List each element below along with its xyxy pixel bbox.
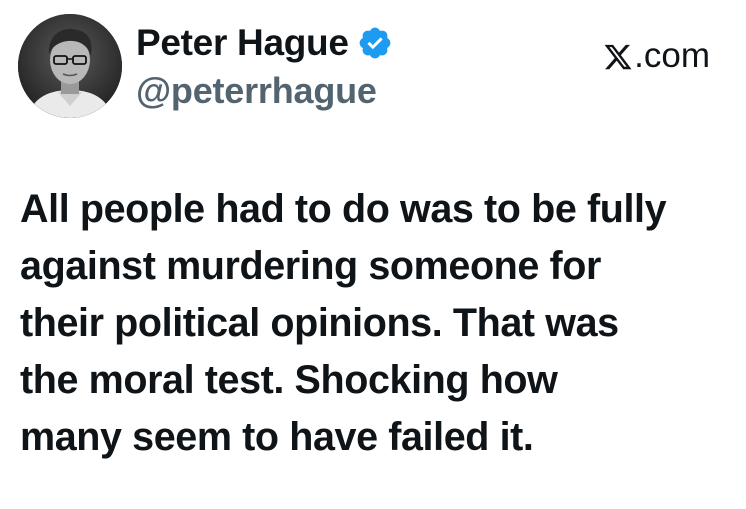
avatar[interactable]: [18, 14, 122, 118]
tweet-text: All people had to do was to be fully aga…: [20, 181, 732, 466]
person-portrait-icon: [18, 14, 122, 118]
tweet-line: many seem to have failed it.: [20, 415, 534, 459]
verified-badge-icon: [357, 25, 393, 61]
author-info: Peter Hague @peterrhague: [136, 20, 393, 112]
tweet-line: the moral test. Shocking how: [20, 358, 558, 402]
name-row: Peter Hague: [136, 20, 393, 66]
source-domain: .com: [634, 36, 710, 75]
x-logo-icon: [603, 41, 633, 71]
handle[interactable]: @peterrhague: [136, 70, 393, 112]
source-label: .com: [603, 36, 710, 76]
tweet-line: All people had to do was to be fully: [20, 187, 667, 231]
display-name[interactable]: Peter Hague: [136, 22, 349, 64]
tweet-line: their political opinions. That was: [20, 301, 619, 345]
tweet-header: Peter Hague @peterrhague .com: [18, 14, 728, 124]
tweet-line: against murdering someone for: [20, 244, 601, 288]
